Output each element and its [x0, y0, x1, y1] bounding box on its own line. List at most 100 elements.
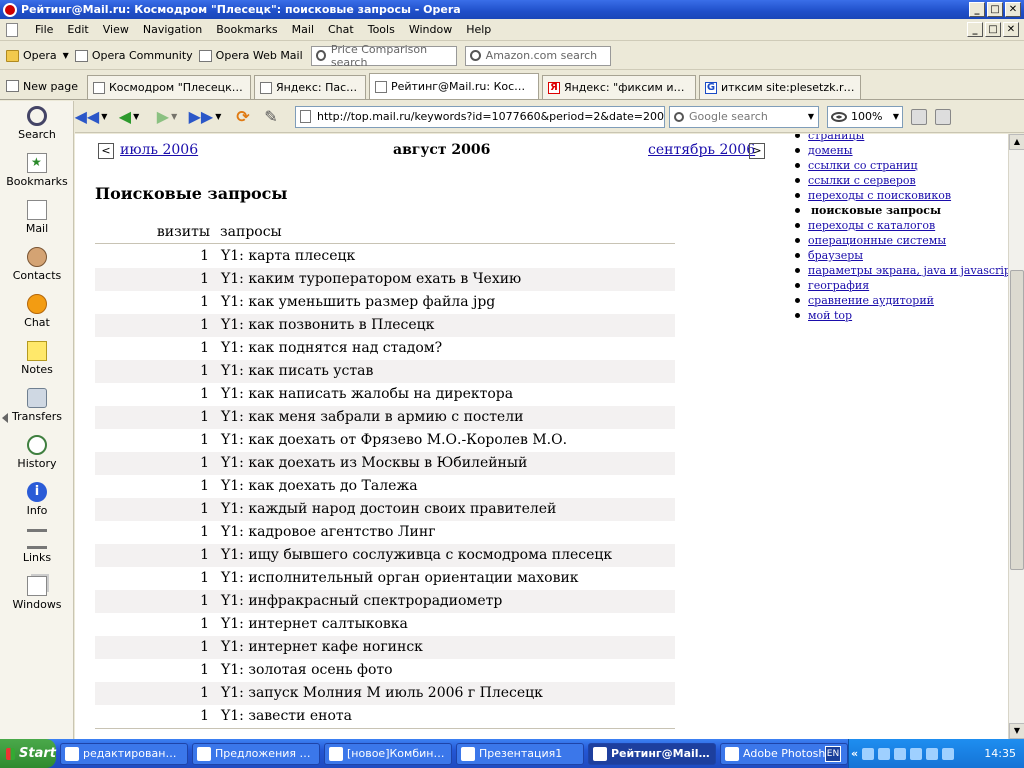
chevron-down-icon[interactable]: ▼ [893, 112, 899, 121]
close-button[interactable]: ✕ [1005, 2, 1021, 17]
google-search-input[interactable]: Google search ▼ [669, 105, 819, 128]
doc-close-button[interactable]: ✕ [1003, 22, 1019, 37]
report-nav-link[interactable]: операционные системы [808, 234, 946, 247]
address-bar[interactable]: http://top.mail.ru/keywords?id=1077660&p… [295, 105, 665, 128]
scroll-up-icon[interactable]: ▲ [1009, 134, 1024, 150]
report-nav-link[interactable]: мой top [808, 309, 852, 322]
report-nav-item[interactable]: домены [788, 143, 1008, 158]
panel-info[interactable]: i Info [0, 482, 74, 517]
lock-icon[interactable] [911, 108, 927, 125]
report-nav-item[interactable]: браузеры [788, 248, 1008, 263]
menu-view[interactable]: View [96, 19, 136, 41]
bluetooth-icon[interactable] [894, 747, 907, 760]
report-nav-link[interactable]: ссылки с серверов [808, 174, 916, 187]
report-nav-item[interactable]: переходы с поисковиков [788, 188, 1008, 203]
chevron-down-icon[interactable]: ▼ [808, 112, 814, 121]
panel-bookmarks[interactable]: Bookmarks [0, 153, 74, 188]
report-nav-link[interactable]: переходы с поисковиков [808, 189, 951, 202]
menu-edit[interactable]: Edit [60, 19, 95, 41]
panel-transfers[interactable]: Transfers [0, 388, 74, 423]
reload-button[interactable]: ⟳ [231, 106, 255, 128]
volume-icon[interactable] [926, 747, 939, 760]
report-nav-item[interactable]: операционные системы [788, 233, 1008, 248]
tab-plesetsk[interactable]: Космодром "Плесецк" :: П... [86, 75, 251, 99]
tab-yandex-search[interactable]: Я Яндекс: "фиксим итксим" [541, 75, 696, 99]
prev-month-icon[interactable]: < [98, 143, 114, 159]
panel-contacts[interactable]: Contacts [0, 247, 74, 282]
report-nav-link[interactable]: ссылки со страниц [808, 159, 918, 172]
report-nav-link[interactable]: параметры экрана, java и javascript [808, 264, 1008, 277]
report-nav-link[interactable]: браузеры [808, 249, 863, 262]
menu-window[interactable]: Window [402, 19, 459, 41]
panel-windows[interactable]: Windows [0, 576, 74, 611]
menu-file[interactable]: File [28, 19, 60, 41]
next-month-link[interactable]: сентябрь 2006 [648, 142, 755, 158]
doc-minimize-button[interactable]: _ [967, 22, 983, 37]
panel-links[interactable]: Links [0, 529, 74, 564]
doc-restore-button[interactable]: □ [985, 22, 1001, 37]
report-nav-item[interactable]: география [788, 278, 1008, 293]
language-indicator[interactable]: EN [825, 745, 841, 762]
opera-community-link[interactable]: Opera Community [74, 49, 193, 62]
amazon-search[interactable]: Amazon.com search [464, 45, 611, 66]
taskbar-item[interactable]: Предложения по ... [192, 742, 320, 765]
menu-bookmarks[interactable]: Bookmarks [209, 19, 284, 41]
minimize-button[interactable]: _ [969, 2, 985, 17]
panel-chat[interactable]: Chat [0, 294, 74, 329]
report-nav-item[interactable]: страницы [788, 134, 1008, 143]
menu-help[interactable]: Help [459, 19, 498, 41]
new-page-button[interactable]: New page [0, 73, 84, 99]
taskbar-item[interactable]: Рейтинг@Mail.r... [588, 742, 716, 765]
panel-notes[interactable]: Notes [0, 341, 74, 376]
edit-button[interactable]: ✎ [259, 106, 283, 128]
next-month-icon[interactable]: > [749, 143, 765, 159]
opera-webmail-link[interactable]: Opera Web Mail [198, 49, 303, 62]
scroll-thumb[interactable] [1010, 270, 1024, 570]
menu-tools[interactable]: Tools [361, 19, 402, 41]
fast-forward-button[interactable]: ▶▶ ▼ [189, 106, 222, 128]
taskbar-item[interactable]: [новое]Комбинир... [324, 742, 452, 765]
zoom-control[interactable]: 100% ▼ [827, 105, 903, 128]
report-nav-link[interactable]: география [808, 279, 869, 292]
tab-yandex-passport[interactable]: Яндекс: Паспорт [253, 75, 366, 99]
report-nav-link[interactable]: домены [808, 144, 853, 157]
report-nav-item[interactable]: мой top [788, 308, 1008, 323]
report-nav-link[interactable]: сравнение аудиторий [808, 294, 934, 307]
monitor-icon[interactable] [878, 747, 891, 760]
vertical-scrollbar[interactable]: ▲ ▼ [1008, 134, 1024, 739]
tray-expand-icon[interactable]: « [851, 747, 858, 760]
menu-chat[interactable]: Chat [321, 19, 361, 41]
menu-navigation[interactable]: Navigation [136, 19, 209, 41]
opera-folder[interactable]: Opera ▼ [6, 49, 69, 62]
price-comparison-search[interactable]: Price Comparison search [310, 43, 457, 69]
report-nav-item[interactable]: переходы с каталогов [788, 218, 1008, 233]
menu-mail[interactable]: Mail [285, 19, 321, 41]
rewind-button[interactable]: ◀◀ ▼ [75, 106, 108, 128]
scroll-down-icon[interactable]: ▼ [1009, 723, 1024, 739]
column-header-queries: запросы [220, 224, 282, 240]
report-nav-item[interactable]: ссылки с серверов [788, 173, 1008, 188]
maximize-button[interactable]: □ [987, 2, 1003, 17]
taskbar-item[interactable]: редактирование ... [60, 742, 188, 765]
side-panel: Search Bookmarks Mail Contacts Chat Note… [0, 101, 74, 739]
back-button[interactable]: ◀ ▼ [117, 106, 141, 128]
panel-mail[interactable]: Mail [0, 200, 74, 235]
panel-search[interactable]: Search [0, 106, 74, 141]
network-icon[interactable] [862, 747, 875, 760]
update-icon[interactable] [942, 747, 955, 760]
report-nav-item[interactable]: параметры экрана, java и javascript [788, 263, 1008, 278]
tab-google-search[interactable]: G итксим site:plesetzk.ru - ... [698, 75, 861, 99]
report-nav-link[interactable]: переходы с каталогов [808, 219, 935, 232]
panel-collapse-icon[interactable] [2, 413, 8, 423]
report-nav-item[interactable]: ссылки со страниц [788, 158, 1008, 173]
panel-history[interactable]: History [0, 435, 74, 470]
taskbar-item[interactable]: Презентация1 [456, 742, 584, 765]
start-button[interactable]: Start [0, 739, 56, 768]
report-nav-item[interactable]: сравнение аудиторий [788, 293, 1008, 308]
report-nav-link[interactable]: страницы [808, 134, 864, 142]
display-icon[interactable] [910, 747, 923, 760]
prev-month-link[interactable]: июль 2006 [120, 142, 198, 158]
voice-icon[interactable] [935, 108, 951, 125]
tab-rating-mail[interactable]: Рейтинг@Mail.ru: Космод... [368, 73, 539, 99]
forward-button[interactable]: ▶ ▼ [155, 106, 179, 128]
